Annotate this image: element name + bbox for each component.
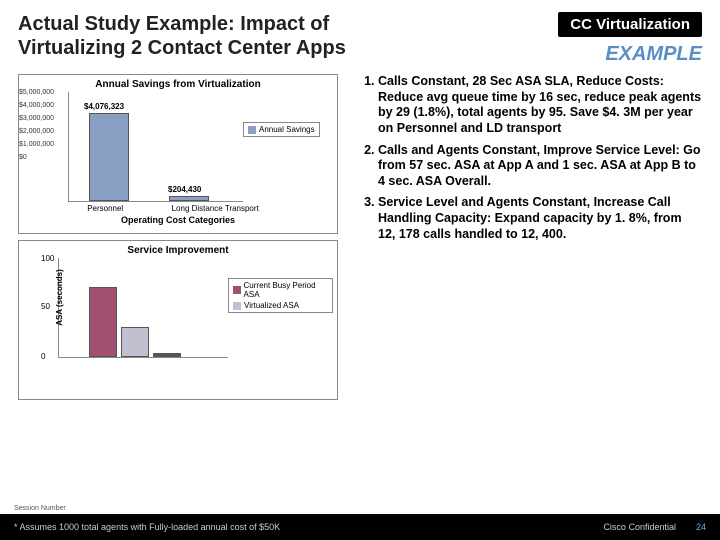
- chart-service-improvement: Service Improvement ASA (seconds) 100 50…: [18, 240, 338, 400]
- chart1-xlabel: Operating Cost Categories: [23, 215, 333, 225]
- footer-bar: * Assumes 1000 total agents with Fully-l…: [0, 514, 720, 540]
- charts-column: Annual Savings from Virtualization $5,00…: [18, 74, 338, 400]
- cc-virtualization-tag: CC Virtualization: [558, 12, 702, 37]
- chart2-bars: [89, 287, 181, 357]
- chart1-plot: $4,076,323 $204,430: [68, 92, 243, 202]
- session-tag: Session Number: [14, 505, 66, 512]
- example-label: EXAMPLE: [558, 43, 702, 66]
- legend-swatch: [233, 302, 241, 310]
- chart2-legend: Current Busy Period ASA Virtualized ASA: [228, 258, 333, 358]
- footnote-text: * Assumes 1000 total agents with Fully-l…: [14, 522, 280, 532]
- bar-long-distance: $204,430: [169, 196, 209, 201]
- legend-swatch: [233, 286, 241, 294]
- slide: Actual Study Example: Impact of Virtuali…: [0, 0, 720, 540]
- chart2-ylabel: ASA (seconds): [55, 269, 64, 326]
- bar-current-asa: [89, 287, 117, 357]
- chart1-title: Annual Savings from Virtualization: [23, 79, 333, 90]
- body: Annual Savings from Virtualization $5,00…: [0, 66, 720, 400]
- bullet-list: Calls Constant, 28 Sec ASA SLA, Reduce C…: [348, 74, 702, 400]
- chart2-plot: ASA (seconds) 100 50 0: [58, 258, 228, 358]
- bar-virtualized-asa: [121, 327, 149, 357]
- chart1-legend: Annual Savings: [243, 92, 333, 202]
- chart1-yaxis: $5,000,000 $4,000,000 $3,000,000 $2,000,…: [19, 89, 54, 167]
- slide-title: Actual Study Example: Impact of Virtuali…: [18, 12, 438, 66]
- header: Actual Study Example: Impact of Virtuali…: [0, 0, 720, 66]
- confidential-label: Cisco Confidential: [603, 522, 676, 532]
- bar-other: [153, 353, 181, 357]
- page-number: 24: [696, 522, 706, 532]
- bar-personnel: $4,076,323: [89, 113, 129, 201]
- chart1-xaxis: Personnel Long Distance Transport: [23, 204, 333, 213]
- legend-swatch: [248, 126, 256, 134]
- bullet-2: Calls and Agents Constant, Improve Servi…: [378, 143, 702, 190]
- chart2-title: Service Improvement: [23, 245, 333, 256]
- bullet-1: Calls Constant, 28 Sec ASA SLA, Reduce C…: [378, 74, 702, 137]
- tag-box: CC Virtualization EXAMPLE: [558, 12, 702, 66]
- bullet-3: Service Level and Agents Constant, Incre…: [378, 195, 702, 242]
- chart-annual-savings: Annual Savings from Virtualization $5,00…: [18, 74, 338, 234]
